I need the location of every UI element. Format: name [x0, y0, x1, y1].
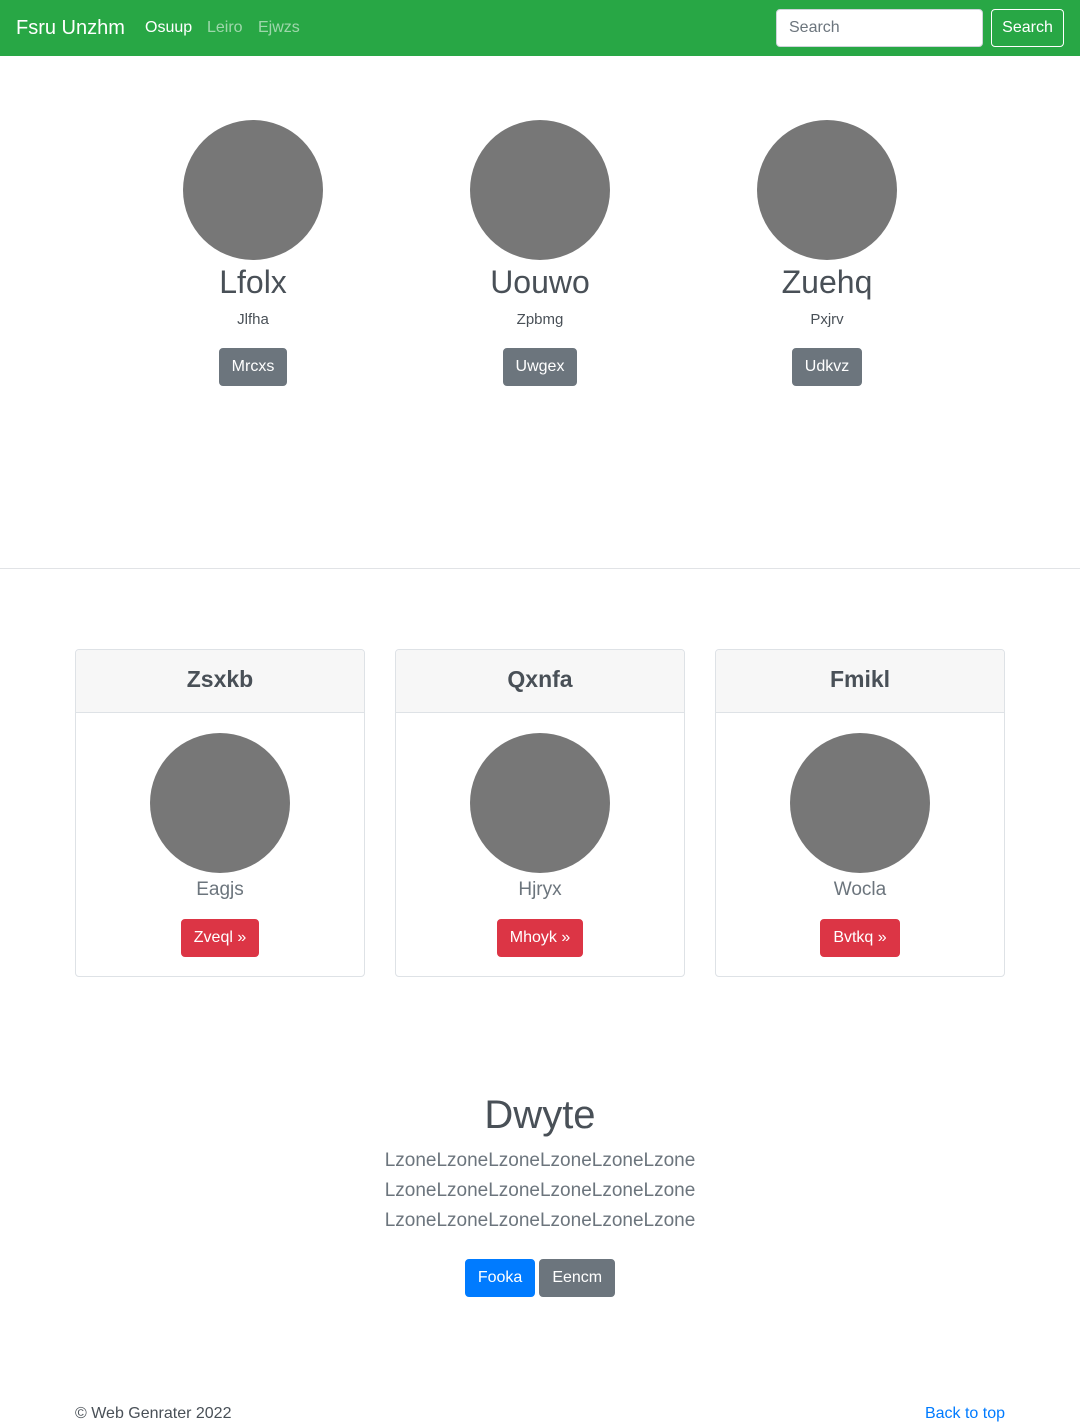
search-button[interactable]: Search — [991, 9, 1064, 47]
card-subtitle: Hjryx — [518, 879, 562, 900]
hero-primary-button[interactable]: Fooka — [464, 1259, 536, 1297]
hero-secondary-button[interactable]: Eencm — [539, 1259, 616, 1297]
hero-line: LzoneLzoneLzoneLzoneLzoneLzone — [384, 1210, 696, 1231]
avatar — [470, 120, 610, 260]
back-to-top-link[interactable]: Back to top — [925, 1404, 1005, 1424]
avatar — [470, 733, 610, 873]
navbar: Fsru Unzhm Osuup Leiro Ejwzs Search — [0, 0, 1080, 56]
profile-name: Zuehq — [781, 264, 873, 300]
card-button[interactable]: Zveql » — [180, 919, 260, 957]
hero-buttons: Fooka Eencm — [0, 1259, 1080, 1297]
profile-button[interactable]: Mrcxs — [218, 348, 288, 386]
profile-subtitle: Zpbmg — [516, 311, 564, 328]
card-button[interactable]: Bvtkq » — [820, 919, 900, 957]
profile-item: Uouwo Zpbmg Uwgex — [420, 120, 660, 386]
profile-subtitle: Jlfha — [237, 311, 269, 328]
profile-subtitle: Pxjrv — [810, 311, 844, 328]
navbar-brand[interactable]: Fsru Unzhm — [16, 15, 125, 41]
avatar — [150, 733, 290, 873]
nav-link-leiro[interactable]: Leiro — [207, 18, 243, 38]
card-body: Hjryx Mhoyk » — [396, 733, 684, 957]
hero-title: Dwyte — [484, 1093, 596, 1137]
profile-name: Lfolx — [219, 264, 287, 300]
avatar — [757, 120, 897, 260]
profile-item: Zuehq Pxjrv Udkvz — [707, 120, 947, 386]
avatar — [183, 120, 323, 260]
profile-button[interactable]: Udkvz — [791, 348, 863, 386]
card-subtitle: Wocla — [833, 879, 887, 900]
hero-text: LzoneLzoneLzoneLzoneLzoneLzone LzoneLzon… — [0, 1146, 1080, 1236]
search-input[interactable] — [776, 9, 983, 47]
profile-button[interactable]: Uwgex — [502, 348, 578, 386]
card: Qxnfa Hjryx Mhoyk » — [395, 649, 685, 977]
card-title: Fmikl — [716, 650, 1004, 713]
hero-line: LzoneLzoneLzoneLzoneLzoneLzone — [384, 1150, 696, 1171]
nav-link-ejwzs[interactable]: Ejwzs — [258, 18, 300, 38]
footer-copyright: © Web Genrater 2022 — [75, 1405, 232, 1422]
card-title: Qxnfa — [396, 650, 684, 713]
card-button[interactable]: Mhoyk » — [496, 919, 584, 957]
profile-item: Lfolx Jlfha Mrcxs — [133, 120, 373, 386]
nav-link-osuup[interactable]: Osuup — [145, 18, 192, 38]
card: Zsxkb Eagjs Zveql » — [75, 649, 365, 977]
card-subtitle: Eagjs — [196, 879, 244, 900]
hero-section: Dwyte LzoneLzoneLzoneLzoneLzoneLzone Lzo… — [0, 1090, 1080, 1297]
profile-name: Uouwo — [490, 264, 590, 300]
card-body: Wocla Bvtkq » — [716, 733, 1004, 957]
card: Fmikl Wocla Bvtkq » — [715, 649, 1005, 977]
section-divider — [0, 568, 1080, 569]
card-title: Zsxkb — [76, 650, 364, 713]
card-body: Eagjs Zveql » — [76, 733, 364, 957]
avatar — [790, 733, 930, 873]
hero-line: LzoneLzoneLzoneLzoneLzoneLzone — [384, 1180, 696, 1201]
